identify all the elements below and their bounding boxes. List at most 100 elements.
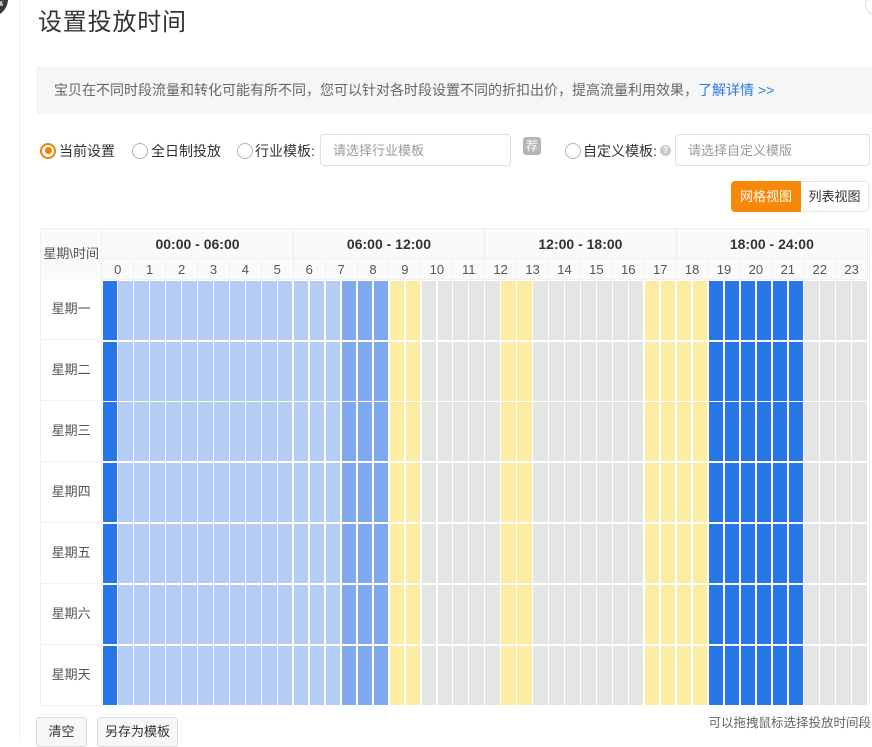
- schedule-cell[interactable]: [390, 524, 405, 583]
- schedule-cell[interactable]: [629, 463, 644, 522]
- schedule-cell[interactable]: [501, 524, 516, 583]
- schedule-cell[interactable]: [294, 342, 309, 401]
- schedule-cell[interactable]: [374, 463, 389, 522]
- schedule-cell[interactable]: [230, 342, 245, 401]
- schedule-cell[interactable]: [438, 281, 453, 340]
- schedule-cell[interactable]: [214, 402, 229, 461]
- schedule-cell[interactable]: [453, 646, 468, 705]
- schedule-cell[interactable]: [836, 585, 851, 644]
- schedule-cell[interactable]: [773, 524, 788, 583]
- schedule-cell[interactable]: [741, 463, 756, 522]
- schedule-cell[interactable]: [645, 342, 660, 401]
- schedule-cell[interactable]: [852, 342, 867, 401]
- schedule-cell[interactable]: [645, 402, 660, 461]
- schedule-cell[interactable]: [533, 646, 548, 705]
- schedule-cell[interactable]: [438, 585, 453, 644]
- schedule-cell[interactable]: [182, 585, 197, 644]
- schedule-cell[interactable]: [485, 646, 500, 705]
- schedule-cell[interactable]: [438, 646, 453, 705]
- schedule-cell[interactable]: [469, 342, 484, 401]
- schedule-cell[interactable]: [565, 342, 580, 401]
- schedule-cell[interactable]: [725, 402, 740, 461]
- schedule-cell[interactable]: [326, 281, 341, 340]
- schedule-cell[interactable]: [581, 281, 596, 340]
- schedule-cell[interactable]: [613, 585, 628, 644]
- schedule-cell[interactable]: [230, 524, 245, 583]
- schedule-cell[interactable]: [166, 646, 181, 705]
- schedule-cell[interactable]: [852, 463, 867, 522]
- radio-current-setting-label[interactable]: 当前设置: [59, 144, 115, 159]
- schedule-cell[interactable]: [804, 463, 819, 522]
- dialog-close-icon[interactable]: [865, 0, 872, 15]
- schedule-cell[interactable]: [613, 281, 628, 340]
- schedule-cell[interactable]: [422, 342, 437, 401]
- schedule-cell[interactable]: [246, 281, 261, 340]
- schedule-cell[interactable]: [804, 402, 819, 461]
- schedule-cell[interactable]: [262, 281, 277, 340]
- schedule-cell[interactable]: [358, 463, 373, 522]
- schedule-cell[interactable]: [677, 463, 692, 522]
- schedule-cell[interactable]: [453, 402, 468, 461]
- schedule-cell[interactable]: [804, 281, 819, 340]
- schedule-cell[interactable]: [741, 646, 756, 705]
- schedule-cell[interactable]: [645, 463, 660, 522]
- schedule-cell[interactable]: [342, 463, 357, 522]
- schedule-cell[interactable]: [310, 342, 325, 401]
- schedule-cell[interactable]: [278, 585, 293, 644]
- schedule-cell[interactable]: [342, 281, 357, 340]
- schedule-cell[interactable]: [581, 646, 596, 705]
- schedule-cell[interactable]: [709, 281, 724, 340]
- schedule-cell[interactable]: [246, 585, 261, 644]
- learn-more-link[interactable]: 了解详情 >>: [698, 82, 774, 98]
- schedule-cell[interactable]: [278, 463, 293, 522]
- schedule-cell[interactable]: [597, 646, 612, 705]
- schedule-cell[interactable]: [198, 463, 213, 522]
- schedule-cell[interactable]: [565, 585, 580, 644]
- list-view-button[interactable]: 列表视图: [801, 181, 869, 212]
- schedule-cell[interactable]: [374, 585, 389, 644]
- schedule-cell[interactable]: [390, 646, 405, 705]
- schedule-cell[interactable]: [661, 281, 676, 340]
- custom-template-select[interactable]: [675, 134, 870, 166]
- schedule-cell[interactable]: [677, 281, 692, 340]
- schedule-cell[interactable]: [549, 646, 564, 705]
- schedule-cell[interactable]: [565, 524, 580, 583]
- schedule-cell[interactable]: [390, 342, 405, 401]
- schedule-cell[interactable]: [677, 342, 692, 401]
- schedule-cell[interactable]: [453, 281, 468, 340]
- radio-industry-template-label[interactable]: 行业模板:: [255, 144, 315, 159]
- schedule-cell[interactable]: [629, 646, 644, 705]
- help-icon[interactable]: ?: [660, 145, 671, 156]
- recommend-badge[interactable]: 荐: [523, 137, 541, 155]
- schedule-cell[interactable]: [645, 646, 660, 705]
- schedule-cell[interactable]: [214, 342, 229, 401]
- schedule-cell[interactable]: [773, 281, 788, 340]
- clear-button[interactable]: 清空: [36, 717, 87, 747]
- schedule-cell[interactable]: [725, 585, 740, 644]
- schedule-cell[interactable]: [182, 524, 197, 583]
- schedule-cell[interactable]: [533, 463, 548, 522]
- schedule-cell[interactable]: [406, 281, 421, 340]
- schedule-cell[interactable]: [581, 342, 596, 401]
- schedule-cell[interactable]: [438, 463, 453, 522]
- schedule-cell[interactable]: [422, 402, 437, 461]
- schedule-cell[interactable]: [134, 463, 149, 522]
- schedule-cell[interactable]: [198, 646, 213, 705]
- radio-custom-template[interactable]: [565, 143, 581, 159]
- schedule-cell[interactable]: [773, 342, 788, 401]
- schedule-cell[interactable]: [453, 585, 468, 644]
- schedule-cell[interactable]: [533, 342, 548, 401]
- schedule-cell[interactable]: [741, 524, 756, 583]
- schedule-cell[interactable]: [406, 585, 421, 644]
- schedule-cell[interactable]: [517, 342, 532, 401]
- schedule-cell[interactable]: [517, 646, 532, 705]
- schedule-cell[interactable]: [262, 463, 277, 522]
- schedule-cell[interactable]: [278, 646, 293, 705]
- schedule-cell[interactable]: [645, 281, 660, 340]
- schedule-cell[interactable]: [294, 463, 309, 522]
- schedule-cell[interactable]: [485, 281, 500, 340]
- schedule-cell[interactable]: [118, 585, 133, 644]
- schedule-cell[interactable]: [422, 463, 437, 522]
- schedule-cell[interactable]: [789, 402, 804, 461]
- schedule-cell[interactable]: [262, 646, 277, 705]
